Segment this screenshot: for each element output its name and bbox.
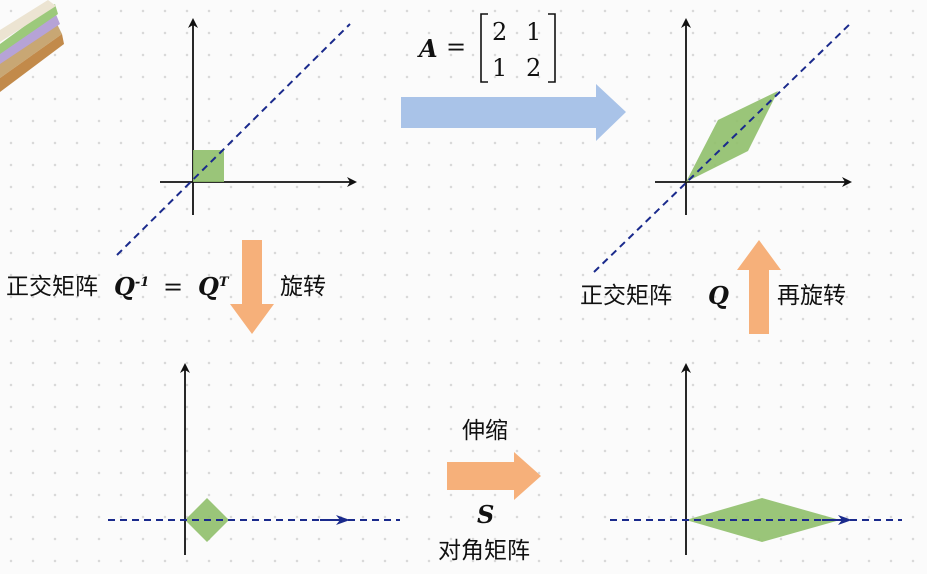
unit-square [193, 150, 224, 182]
right-label-prefix: 正交矩阵 [580, 283, 672, 309]
rotate-again-label: 再旋转 [777, 283, 846, 309]
stretch-arrow-right [447, 452, 541, 500]
books-decoration [0, 0, 64, 92]
rotate-arrow-down [230, 240, 274, 334]
diagonal-matrix-label: 对角矩阵 [438, 538, 530, 564]
equals-sign: = [163, 273, 184, 301]
q-symbol-right: Q [708, 281, 729, 310]
matrix-cell: 1 [526, 18, 542, 46]
eigen-dashed-line [116, 23, 351, 256]
panel-original [116, 18, 357, 256]
rotate-arrow-up [737, 240, 781, 334]
rotate-label: 旋转 [280, 274, 326, 300]
matrix-cell: 1 [492, 54, 508, 82]
q-symbol: Q-1 [114, 272, 150, 301]
left-label-prefix: 正交矩阵 [6, 274, 98, 300]
stretch-label: 伸缩 [462, 418, 508, 444]
matrix-equals: = [446, 33, 467, 61]
s-symbol: S [477, 500, 495, 529]
transform-arrow-right [401, 84, 626, 141]
panel-stretched [610, 363, 902, 555]
matrix-cell: 2 [492, 18, 508, 46]
matrix-name: A [419, 34, 438, 63]
panel-transformed [593, 18, 853, 273]
matrix-cell: 2 [526, 54, 542, 82]
panel-rotated [108, 363, 400, 555]
q-transpose-symbol: QT [198, 272, 229, 301]
